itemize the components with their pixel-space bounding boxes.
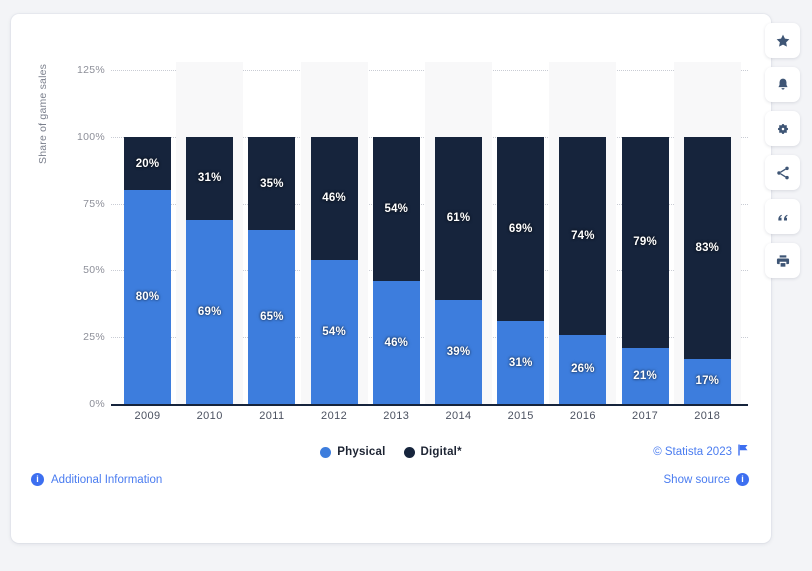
bar-value-label: 74% [571, 229, 595, 242]
bar-segment-digital[interactable]: 31% [186, 136, 234, 220]
bar-value-label: 20% [135, 157, 160, 170]
chart-card: Share of game sales 0% 25% 50% 75% 100% 125% … [11, 14, 771, 543]
bar-value-label: 61% [446, 212, 471, 225]
bar-segment-digital[interactable]: 79% [621, 136, 669, 348]
bar-segment-digital[interactable]: 20% [124, 136, 171, 191]
bar-value-label: 79% [633, 236, 657, 249]
bar-segment-physical[interactable]: 54% [310, 259, 358, 404]
x-axis-tick-label: 2010 [196, 410, 223, 422]
x-axis-tick-label: 2011 [259, 410, 285, 422]
info-icon: i [736, 473, 749, 486]
bar-segment-digital[interactable]: 74% [559, 136, 607, 335]
stacked-bar[interactable]: 80% 20% [124, 136, 171, 404]
bar-segment-digital[interactable]: 61% [435, 136, 482, 300]
bar-segment-digital[interactable]: 83% [683, 136, 731, 359]
flag-icon[interactable] [738, 444, 749, 459]
bar-value-label: 35% [260, 177, 284, 190]
stacked-bar[interactable]: 54% 46% [310, 136, 358, 404]
bar-value-label: 80% [135, 291, 160, 304]
bar-value-label: 26% [571, 363, 595, 376]
bar-value-label: 17% [695, 375, 720, 388]
bar-segment-physical[interactable]: 69% [186, 219, 234, 404]
x-axis-line [111, 404, 748, 406]
share-button[interactable] [765, 155, 800, 190]
x-axis-tick-label: 2013 [383, 410, 410, 422]
stacked-bar[interactable]: 39% 61% [435, 136, 482, 404]
bar-value-label: 69% [197, 305, 222, 318]
bars-container: 80% 20% 69% 31% 65% 35% 54% 46% 46% 54% 39% 61% 31% 6… [11, 14, 771, 434]
x-axis-tick-label: 2015 [507, 410, 534, 422]
bar-segment-physical[interactable]: 26% [559, 334, 607, 404]
bar-segment-physical[interactable]: 65% [248, 230, 296, 404]
favorite-star-button[interactable] [765, 23, 800, 58]
copyright-label: © Statista 2023 [653, 445, 732, 458]
favorite-star-icon [775, 33, 791, 49]
bar-segment-physical[interactable]: 17% [683, 358, 731, 404]
bar-value-label: 31% [508, 356, 533, 369]
action-rail [765, 23, 800, 278]
print-icon [775, 253, 791, 269]
bar-value-label: 54% [322, 325, 346, 338]
additional-information-label: Additional Information [51, 473, 163, 486]
bar-value-label: 46% [322, 192, 346, 205]
x-axis-tick-label: 2012 [321, 410, 348, 422]
x-axis-tick-label: 2009 [134, 410, 161, 422]
notification-bell-icon [775, 77, 791, 93]
citation-quote-button[interactable] [765, 199, 800, 234]
settings-gear-button[interactable] [765, 111, 800, 146]
stacked-bar[interactable]: 26% 74% [559, 136, 607, 404]
bar-segment-digital[interactable]: 69% [497, 136, 545, 322]
stacked-bar[interactable]: 31% 69% [497, 136, 545, 404]
settings-gear-icon [775, 121, 791, 137]
bar-segment-physical[interactable]: 80% [124, 190, 171, 404]
stacked-bar[interactable]: 21% 79% [621, 136, 669, 404]
bar-value-label: 65% [260, 311, 284, 324]
bar-segment-physical[interactable]: 21% [621, 347, 669, 404]
bar-value-label: 39% [446, 345, 471, 358]
bar-segment-digital[interactable]: 54% [372, 136, 420, 282]
stacked-bar[interactable]: 69% 31% [186, 136, 234, 404]
bar-value-label: 21% [633, 369, 657, 382]
bar-segment-physical[interactable]: 31% [497, 321, 545, 404]
x-axis-tick-label: 2018 [694, 410, 721, 422]
bar-segment-digital[interactable]: 46% [310, 136, 358, 260]
chart-plot-area: Share of game sales 0% 25% 50% 75% 100% 125% … [11, 14, 771, 434]
bar-segment-digital[interactable]: 35% [248, 136, 296, 231]
stacked-bar[interactable]: 65% 35% [248, 136, 296, 404]
bar-value-label: 54% [384, 202, 409, 215]
citation-quote-icon [775, 209, 791, 225]
print-button[interactable] [765, 243, 800, 278]
bar-segment-physical[interactable]: 39% [435, 299, 482, 404]
stacked-bar[interactable]: 46% 54% [372, 136, 420, 404]
bar-segment-physical[interactable]: 46% [372, 281, 420, 404]
bar-value-label: 31% [197, 172, 222, 185]
bar-value-label: 83% [695, 241, 720, 254]
x-axis-tick-label: 2016 [569, 410, 596, 422]
notification-bell-button[interactable] [765, 67, 800, 102]
info-icon: i [31, 473, 44, 486]
bar-value-label: 46% [384, 336, 409, 349]
x-axis-tick-label: 2017 [632, 410, 659, 422]
screenshot-root: Share of game sales 0% 25% 50% 75% 100% 125% … [0, 0, 812, 571]
copyright-notice: © Statista 2023 [653, 444, 749, 459]
share-icon [775, 165, 791, 181]
bar-value-label: 69% [508, 222, 533, 235]
show-source-link[interactable]: Show source i [664, 473, 749, 486]
stacked-bar[interactable]: 17% 83% [683, 136, 731, 404]
card-footer: i Additional Information © Statista 2023… [11, 433, 771, 543]
x-axis-tick-label: 2014 [445, 410, 472, 422]
additional-information-link[interactable]: i Additional Information [31, 473, 162, 486]
show-source-label: Show source [663, 473, 730, 486]
